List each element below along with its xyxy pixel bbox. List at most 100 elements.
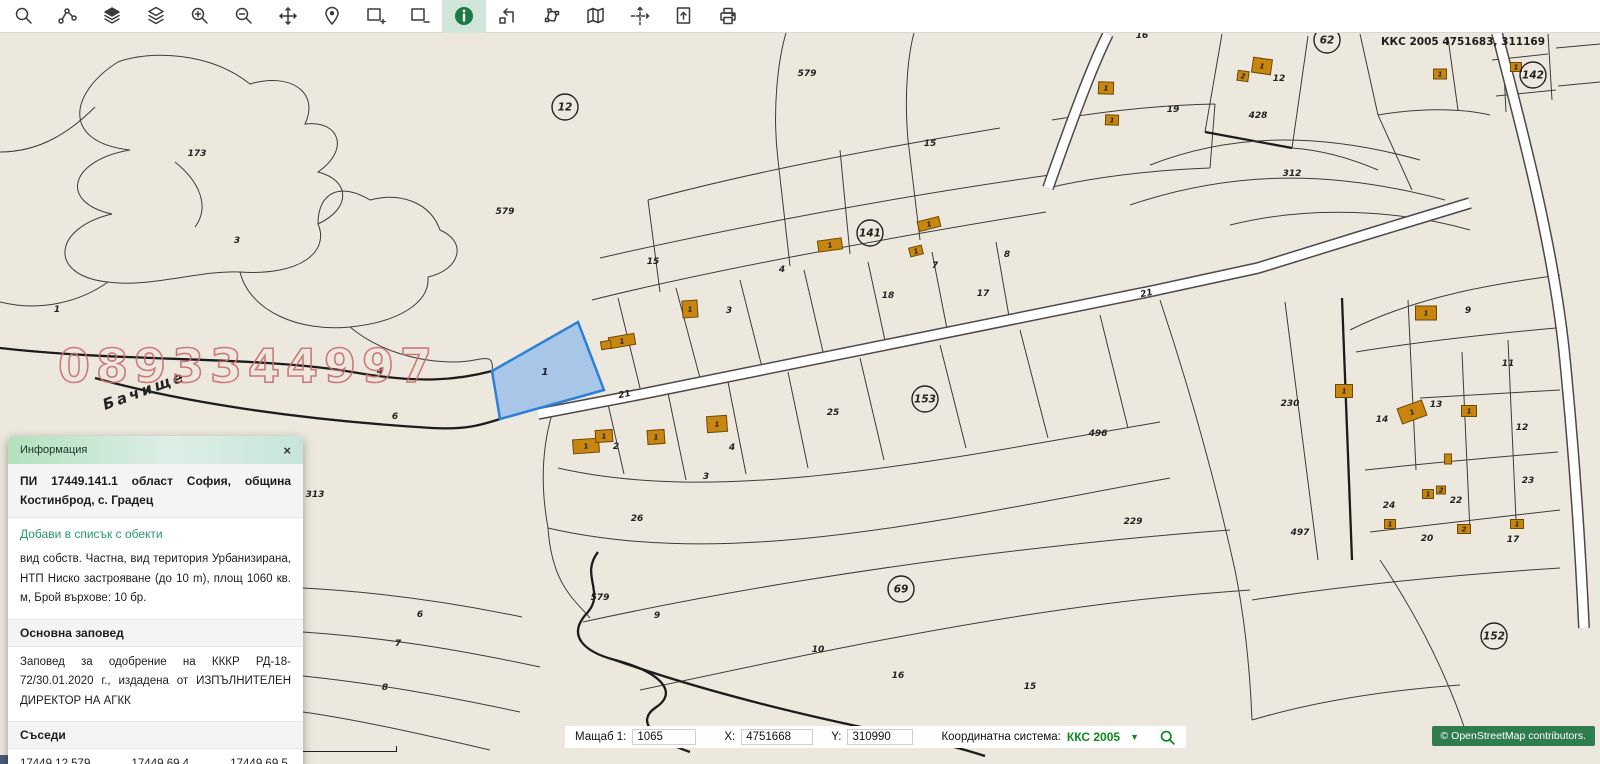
cadastral-region-number-text: 12 — [558, 102, 573, 114]
chevron-down-icon[interactable]: ▼ — [1130, 732, 1139, 742]
previous-extent-tool-button[interactable] — [486, 0, 530, 33]
pan-tool-button[interactable] — [266, 0, 310, 33]
parcel-number-label: 7 — [395, 639, 402, 649]
cadastral-region-number-text: 69 — [894, 584, 909, 596]
parcel-number-label: 11 — [1502, 359, 1515, 369]
building: 1 — [1252, 57, 1273, 74]
parcel-number-label: 6 — [417, 610, 423, 620]
info-panel-title: Информация — [20, 444, 87, 456]
building: 1 — [706, 415, 727, 432]
building: 2 — [1437, 486, 1446, 495]
building: 1 — [1511, 520, 1524, 529]
building-floor-label: 1 — [583, 442, 589, 450]
building-floor-label: 1 — [1438, 71, 1443, 79]
scale-input[interactable] — [632, 729, 696, 745]
parcel-number-label: 312 — [1283, 169, 1302, 179]
cadastral-region-number-text: 153 — [914, 394, 936, 406]
parcel-number-label: 22 — [1450, 496, 1463, 506]
building-floor-label: 1 — [714, 420, 720, 428]
building: 1 — [1416, 306, 1437, 320]
parcel-number-label: 12 — [1516, 423, 1529, 433]
parcel-number-label: 497 — [1290, 528, 1311, 538]
parcel-number-label: 19 — [1167, 105, 1180, 115]
coordinates-tool-button[interactable] — [618, 0, 662, 33]
select-polygon-tool-button[interactable] — [530, 0, 574, 33]
building: 1 — [1434, 69, 1447, 79]
cadastre-map-app: 1 111111111111211111112121 1735793146313… — [0, 0, 1600, 764]
folded-map-icon — [585, 5, 607, 27]
building-floor-label: 1 — [1424, 310, 1429, 318]
search-tool-button[interactable] — [2, 0, 46, 33]
identify-info-tool-button[interactable] — [442, 0, 486, 33]
y-coordinate-input[interactable] — [847, 729, 913, 745]
building-floor-label: 1 — [1342, 388, 1347, 396]
parcel-number-label: 579 — [496, 207, 515, 217]
close-icon[interactable]: × — [283, 444, 291, 457]
main-order-text: Заповед за одобрение на КККР РД-18-72/30… — [8, 647, 303, 722]
parcel-number-label: 313 — [306, 490, 325, 500]
osm-attribution-badge[interactable]: © OpenStreetMap contributors. — [1432, 726, 1595, 746]
building — [600, 340, 611, 350]
export-tool-button[interactable] — [662, 0, 706, 33]
building-floor-label: 1 — [1514, 64, 1519, 72]
print-tool-button[interactable] — [706, 0, 750, 33]
zoom-in-icon — [189, 5, 211, 27]
selected-parcel-label: 1 — [542, 367, 549, 378]
location-pin-icon — [321, 5, 343, 27]
parcel-number-label: 4 — [778, 265, 785, 275]
zoom-window-in-tool-button[interactable] — [354, 0, 398, 33]
parcel-identifier-title: ПИ 17449.141.1 област София, община Кост… — [8, 464, 303, 518]
building: 1 — [1098, 82, 1113, 95]
crs-selected-value[interactable]: ККС 2005 — [1067, 730, 1120, 744]
page-export-icon — [673, 5, 695, 27]
section-heading-neighbours: Съседи — [8, 721, 303, 749]
crs-label: Координатна система: — [941, 731, 1060, 743]
layers-tool-button[interactable] — [90, 0, 134, 33]
x-coordinate-input[interactable] — [741, 729, 813, 745]
parcel-number-label: 3 — [726, 306, 732, 316]
building: 1 — [595, 429, 613, 442]
parcel-details-text: вид собств. Частна, вид територия Урбани… — [8, 544, 303, 619]
zoom-out-tool-button[interactable] — [222, 0, 266, 33]
parcel-number-label: 8 — [1004, 250, 1010, 260]
building-floor-label: 1 — [1515, 521, 1520, 529]
zoom-window-out-tool-button[interactable] — [398, 0, 442, 33]
locate-tool-button[interactable] — [310, 0, 354, 33]
layers-outline-icon — [145, 5, 167, 27]
building-floor-label: 1 — [1103, 85, 1108, 93]
rectangle-plus-icon — [365, 5, 387, 27]
y-coordinate-label: Y: — [831, 731, 841, 743]
info-panel-header[interactable]: Информация × — [8, 436, 303, 464]
building: 1 — [1511, 63, 1522, 72]
building: 1 — [1336, 385, 1353, 398]
building — [1445, 454, 1452, 464]
building: 1 — [1423, 490, 1434, 499]
watermark-phone: 0893344997 — [58, 339, 438, 393]
parcel-number-label: 173 — [188, 149, 207, 159]
add-to-object-list-link[interactable]: Добави в списък с обекти — [8, 518, 303, 544]
parcel-number-label: 9 — [654, 611, 660, 621]
parcel-number-label: 25 — [827, 408, 840, 418]
parcel-number-label: 4 — [728, 443, 735, 453]
parcel-number-label: 20 — [1421, 534, 1434, 544]
measure-route-tool-button[interactable] — [46, 0, 90, 33]
status-bar: Мащаб 1: X: Y: Координатна система: ККС … — [565, 726, 1186, 748]
parcel-number-label: 579 — [798, 69, 817, 79]
zoom-in-tool-button[interactable] — [178, 0, 222, 33]
polygon-nodes-icon — [541, 5, 563, 27]
building: 2 — [1237, 70, 1249, 81]
cadastral-region-number-text: 142 — [1522, 70, 1544, 82]
map-sheets-tool-button[interactable] — [574, 0, 618, 33]
parcel-number-label: 579 — [591, 593, 610, 603]
layers-alt-tool-button[interactable] — [134, 0, 178, 33]
parcel-number-label: 16 — [892, 671, 905, 681]
measure-route-icon — [57, 5, 79, 27]
parcel-number-label: 14 — [1376, 415, 1389, 425]
parcel-number-label: 15 — [924, 139, 937, 149]
parcel-number-label: 2 — [613, 442, 619, 452]
printer-icon — [717, 5, 739, 27]
coordinate-readout: ККС 2005 4751683, 311169 — [1381, 36, 1545, 48]
coordinate-search-button[interactable] — [1159, 729, 1176, 746]
building: 2 — [1458, 525, 1471, 534]
parcel-number-label: 23 — [1522, 476, 1535, 486]
